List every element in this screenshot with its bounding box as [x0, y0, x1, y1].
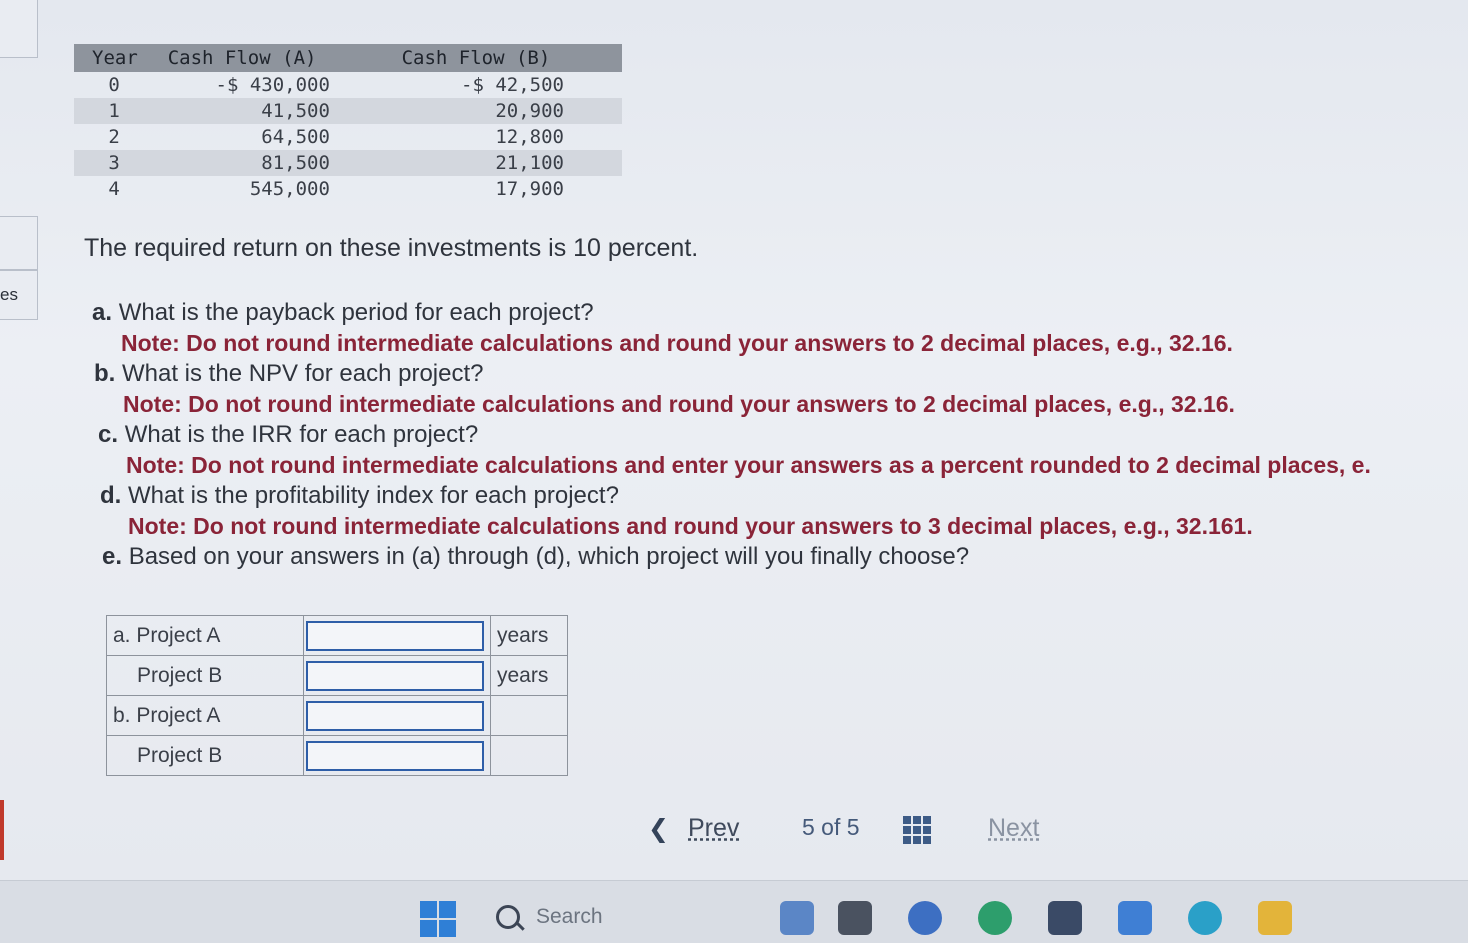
payback-b-input[interactable]: [306, 660, 484, 691]
cell-cash-flow-a: 81,500: [154, 150, 330, 176]
note-c: Note: Do not round intermediate calculat…: [126, 452, 1371, 478]
question-text: What is the profitability index for each…: [128, 482, 619, 509]
table-row: 1 41,500 20,900: [74, 98, 622, 124]
answer-label: Project B: [106, 655, 304, 696]
question-d: d. What is the profitability index for e…: [92, 481, 1468, 511]
question-list: a. What is the payback period for each p…: [92, 298, 1468, 572]
cell-cash-flow-b: 12,800: [495, 126, 564, 148]
answer-label: Project B: [106, 735, 304, 776]
question-a: a. What is the payback period for each p…: [92, 298, 1468, 328]
cell-cash-flow-b: -$ 42,500: [461, 74, 564, 96]
table-row: 2 64,500 12,800: [74, 124, 622, 150]
npv-b-input[interactable]: [306, 740, 484, 771]
screen: es Year Cash Flow (A) Cash Flow (B) 0 -$…: [0, 0, 1468, 880]
npv-a-input[interactable]: [306, 700, 484, 731]
answer-cell: [303, 695, 491, 736]
cell-year: 1: [74, 98, 155, 124]
question-letter: e.: [102, 543, 123, 570]
note-a: Note: Do not round intermediate calculat…: [121, 330, 1233, 356]
page-indicator: 5 of 5: [802, 814, 860, 840]
question-text: What is the IRR for each project?: [124, 421, 479, 448]
search-icon: [496, 905, 520, 929]
chat-icon[interactable]: [908, 901, 942, 935]
answer-cell: [303, 655, 491, 696]
answer-label: a. Project A: [106, 615, 304, 656]
answer-cell: [303, 735, 491, 776]
cell-cash-flow-a: 545,000: [249, 178, 330, 200]
question-letter: c.: [98, 421, 119, 448]
header-cash-flow-b: Cash Flow (B): [329, 44, 622, 72]
question-e: e. Based on your answers in (a) through …: [92, 542, 1468, 572]
question-b: b. What is the NPV for each project?: [92, 359, 1468, 389]
cell-cash-flow-b: 21,100: [329, 150, 622, 176]
cash-flow-header-row: Year Cash Flow (A) Cash Flow (B): [74, 44, 622, 72]
note-b: Note: Do not round intermediate calculat…: [123, 391, 1235, 417]
task-view-icon[interactable]: [838, 901, 872, 935]
question-text: What is the NPV for each project?: [122, 360, 484, 387]
chevron-left-icon[interactable]: ❮: [648, 814, 669, 844]
unit-label: years: [490, 655, 568, 696]
grid-icon[interactable]: [903, 816, 931, 844]
header-year: Year: [74, 44, 155, 72]
cell-year: 4: [108, 178, 120, 200]
browser-icon[interactable]: [1188, 901, 1222, 935]
cell-cash-flow-b: 20,900: [329, 98, 622, 124]
windows-start-icon[interactable]: [420, 901, 456, 937]
cell-cash-flow-a: -$ 430,000: [215, 74, 330, 96]
next-button[interactable]: Next: [988, 814, 1039, 843]
answer-row-b-project-b: Project B: [106, 735, 568, 776]
edge-browser-icon[interactable]: [978, 901, 1012, 935]
question-text: Based on your answers in (a) through (d)…: [128, 543, 970, 570]
answer-table: a. Project A years Project B years b. Pr…: [106, 615, 568, 776]
answer-row-b-project-a: b. Project A: [106, 695, 568, 736]
gutter-panel-top: [0, 0, 38, 58]
gutter-panel: [0, 216, 38, 270]
cell-year: 2: [108, 126, 120, 148]
widgets-icon[interactable]: [780, 901, 814, 935]
required-return-text: The required return on these investments…: [84, 234, 699, 262]
folder-icon[interactable]: [1258, 901, 1292, 935]
question-text: What is the payback period for each proj…: [118, 299, 594, 326]
unit-label: years: [490, 615, 568, 656]
answer-row-a-project-b: Project B years: [106, 655, 568, 696]
cell-cash-flow-a: 64,500: [261, 126, 330, 148]
cell-cash-flow-b: 17,900: [495, 178, 564, 200]
taskbar: Search: [0, 880, 1468, 943]
answer-label: b. Project A: [106, 695, 304, 736]
unit-label: [490, 695, 568, 736]
cell-cash-flow-a: 41,500: [154, 98, 330, 124]
question-letter: b.: [94, 360, 116, 387]
table-row: 3 81,500 21,100: [74, 150, 622, 176]
prev-button[interactable]: Prev: [688, 814, 739, 843]
app-icon[interactable]: [1118, 901, 1152, 935]
payback-a-input[interactable]: [306, 620, 484, 651]
table-row: 0 -$ 430,000 -$ 42,500: [74, 72, 622, 98]
note-d: Note: Do not round intermediate calculat…: [128, 513, 1253, 539]
answer-cell: [303, 615, 491, 656]
taskbar-search[interactable]: Search: [478, 897, 728, 937]
store-icon[interactable]: [1048, 901, 1082, 935]
question-letter: d.: [100, 482, 122, 509]
question-letter: a.: [92, 299, 113, 326]
answer-row-a-project-a: a. Project A years: [106, 615, 568, 656]
unit-label: [490, 735, 568, 776]
cell-year: 3: [74, 150, 155, 176]
question-c: c. What is the IRR for each project?: [92, 420, 1468, 450]
cell-year: 0: [108, 74, 120, 96]
red-edge-marker: [0, 800, 4, 860]
table-row: 4 545,000 17,900: [74, 176, 622, 202]
cash-flow-table: Year Cash Flow (A) Cash Flow (B) 0 -$ 43…: [74, 44, 622, 202]
header-cash-flow-a: Cash Flow (A): [154, 44, 330, 72]
search-placeholder: Search: [536, 905, 603, 928]
gutter-fragment-text: es: [0, 285, 18, 304]
